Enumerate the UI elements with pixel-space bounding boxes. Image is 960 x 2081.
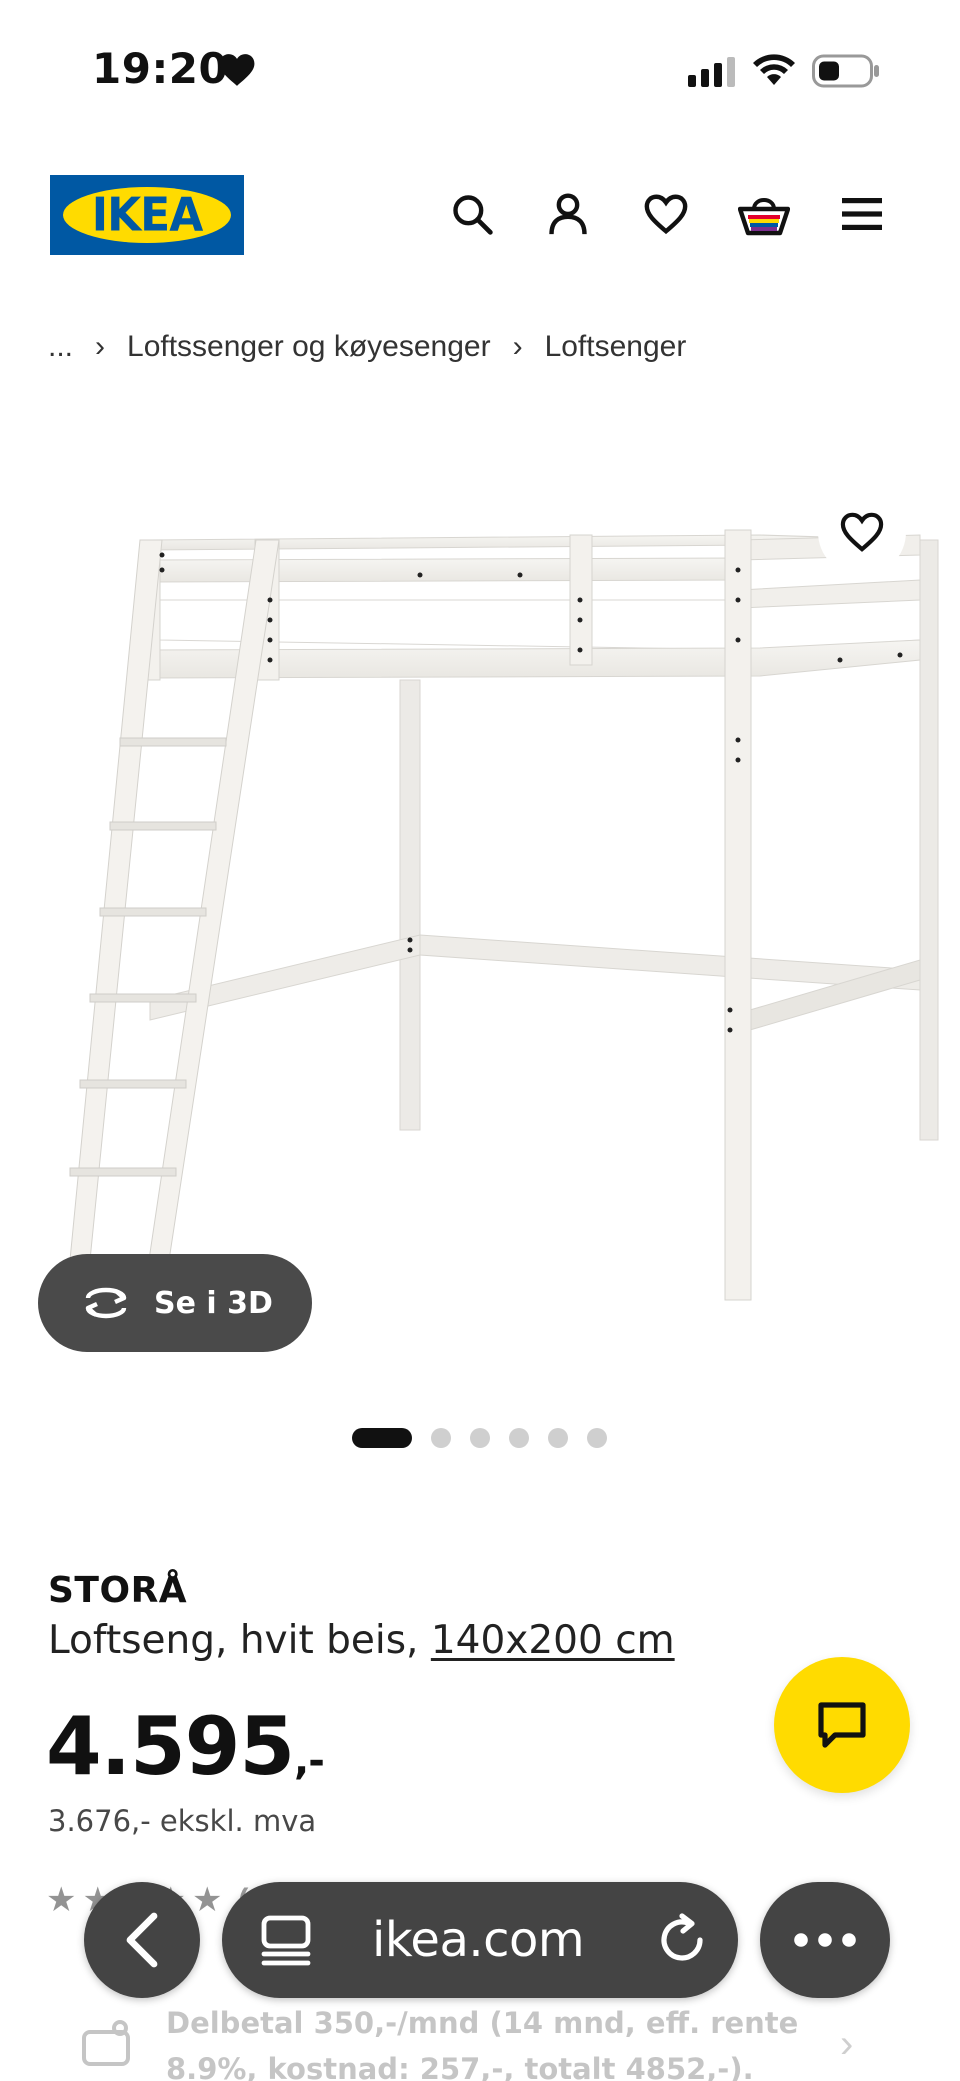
ikea-logo[interactable]: IKEA (50, 175, 244, 255)
chevron-right-icon: › (840, 2022, 854, 2066)
status-bar: 19:20 (0, 0, 960, 120)
chat-button[interactable] (774, 1657, 910, 1793)
logo-oval: IKEA (63, 187, 231, 243)
chevron-left-icon (126, 1912, 158, 1968)
more-icon (794, 1933, 856, 1947)
price-value: 4.595 (46, 1700, 295, 1793)
wifi-icon (753, 54, 795, 85)
gallery-dot[interactable] (548, 1428, 568, 1448)
installment-line-1: Delbetal 350,-/mnd (14 mnd, eff. rente (166, 2006, 799, 2040)
search-icon[interactable] (446, 188, 498, 240)
star-icon: ★ (46, 1881, 77, 1919)
gallery-dot[interactable] (587, 1428, 607, 1448)
url-text: ikea.com (372, 1912, 585, 1968)
gallery-dot[interactable] (470, 1428, 490, 1448)
star-icon: ★ (191, 1881, 223, 1919)
price-suffix: ,- (294, 1738, 325, 1784)
gallery-pagination (352, 1428, 607, 1448)
installment-offer[interactable]: Delbetal 350,-/mnd (14 mnd, eff. rente 8… (80, 2000, 920, 2081)
chat-icon (818, 1702, 866, 1748)
tab-overview-icon (261, 1915, 311, 1966)
menu-icon[interactable] (836, 188, 888, 240)
favorites-icon[interactable] (640, 188, 692, 240)
chevron-right-icon: › (95, 330, 106, 363)
account-icon[interactable] (542, 188, 594, 240)
heart-outline-icon (840, 512, 884, 552)
breadcrumb-ellipsis[interactable]: ... (48, 330, 73, 364)
add-to-favorites-button[interactable] (818, 488, 906, 576)
status-time: 19:20 (92, 44, 229, 93)
payment-icon (82, 2020, 130, 2066)
product-type: Loftseng, hvit beis, (48, 1618, 431, 1663)
gallery-dot[interactable] (509, 1428, 529, 1448)
reload-icon[interactable] (654, 1912, 710, 1968)
see-in-3d-button[interactable]: Se i 3D (38, 1254, 312, 1352)
battery-icon (812, 54, 879, 88)
browser-more-button[interactable] (760, 1882, 890, 1998)
address-bar[interactable]: ikea.com (222, 1882, 738, 1998)
breadcrumb-loft-beds[interactable]: Loftsenger (545, 330, 687, 364)
gallery-dot[interactable] (431, 1428, 451, 1448)
cart-icon[interactable] (738, 188, 790, 240)
chevron-right-icon: › (512, 330, 523, 363)
product-size-link[interactable]: 140x200 cm (431, 1618, 675, 1663)
heart-icon (219, 54, 255, 86)
breadcrumb: ... › Loftssenger og køyesenger › Loftse… (48, 330, 686, 364)
gallery-dot[interactable] (352, 1428, 412, 1448)
price-excl-vat: 3.676,- ekskl. mva (48, 1804, 317, 1838)
installment-line-2: 8.9%, kostnad: 257,-, totalt 4852,-). (166, 2052, 754, 2081)
see-in-3d-label: Se i 3D (154, 1285, 273, 1321)
breadcrumb-loft-and-bunk-beds[interactable]: Loftssenger og køyesenger (127, 330, 491, 364)
site-header: IKEA (0, 170, 960, 260)
product-price: 4.595,- (46, 1700, 325, 1793)
product-name: STORÅ (48, 1570, 188, 1611)
rotate-3d-icon (85, 1287, 127, 1319)
product-description: Loftseng, hvit beis, 140x200 cm (48, 1618, 675, 1663)
browser-back-button[interactable] (84, 1882, 200, 1998)
logo-text: IKEA (91, 188, 204, 242)
cellular-signal-icon (688, 57, 735, 87)
installment-text: Delbetal 350,-/mnd (14 mnd, eff. rente 8… (166, 2000, 806, 2081)
